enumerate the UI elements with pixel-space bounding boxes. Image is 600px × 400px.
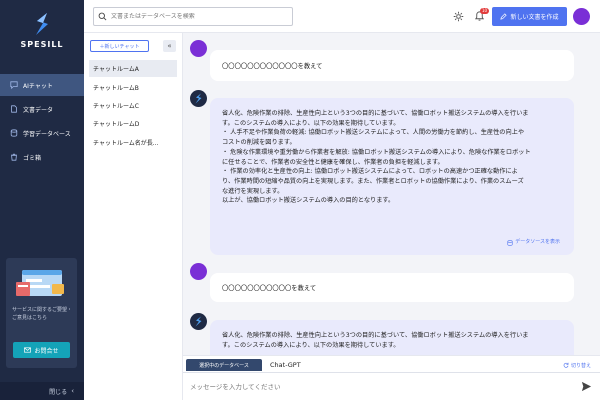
trash-icon bbox=[11, 153, 17, 161]
new-document-label: 新しい文書を作成 bbox=[510, 14, 559, 21]
gear-icon[interactable] bbox=[453, 11, 464, 22]
search-icon bbox=[98, 12, 107, 21]
message-line: ・ 人手不足や作業負荷の軽減: 協働ロボット搬送システムによって、人間の労働力を… bbox=[222, 129, 525, 137]
edit-icon bbox=[500, 13, 508, 20]
feedback-card: サービスに関するご要望・ご意見はこちら お問合せ bbox=[6, 258, 77, 368]
user-message: 〇〇〇〇〇〇〇〇〇〇〇を教えて bbox=[210, 273, 574, 302]
app-name: SPESILL bbox=[20, 40, 64, 49]
contact-button[interactable]: お問合せ bbox=[13, 342, 70, 358]
sidebar-item-label: ゴミ箱 bbox=[23, 154, 42, 162]
logo[interactable]: SPESILL bbox=[0, 12, 84, 49]
message-line: な進行を実現します。 bbox=[222, 187, 284, 195]
message-line: 省人化、危険作業の排除、生産性向上という3つの目的に基づいて、協働ロボット搬送シ… bbox=[222, 332, 529, 339]
switch-database-label: 切り替え bbox=[570, 362, 591, 369]
message-input[interactable] bbox=[190, 380, 560, 394]
message-line: す。このシステムの導入により、以下の効果を期待しています。 bbox=[222, 341, 400, 349]
mail-icon bbox=[24, 347, 32, 353]
sidebar-item-label: AIチャット bbox=[23, 82, 53, 90]
selected-database-label: 選択中のデータベース bbox=[186, 359, 262, 371]
notification-badge: 10 bbox=[480, 8, 490, 14]
message-line: ・ 作業の効率化と生産性の向上: 協働ロボット搬送システムによって、ロボットの高… bbox=[222, 168, 518, 176]
search-box[interactable] bbox=[93, 7, 293, 26]
feedback-text: サービスに関するご要望・ご意見はこちら bbox=[12, 307, 73, 321]
contact-button-label: お問合せ bbox=[34, 347, 59, 355]
chat-room-item[interactable]: チャットルームA bbox=[89, 60, 177, 77]
assistant-message: 省人化、危険作業の排除、生産性向上という3つの目的に基づいて、協働ロボット搬送シ… bbox=[210, 98, 574, 255]
message-line: 以上が、協働ロボット搬送システムの導入の目的となります。 bbox=[222, 197, 395, 205]
message-line: り、作業時間の短縮や品質の向上を実現します。また、作業者とロボットの協働作業によ… bbox=[222, 177, 524, 185]
document-icon bbox=[11, 105, 17, 113]
assistant-avatar bbox=[190, 313, 207, 330]
conversation-area: 〇〇〇〇〇〇〇〇〇〇〇〇を教えて 省人化、危険作業の排除、生産性向上という3つの… bbox=[183, 33, 600, 355]
sidebar-collapse-button[interactable]: 閉じる ‹ bbox=[0, 382, 84, 400]
new-chat-button[interactable]: ＋新しいチャット bbox=[90, 40, 149, 52]
header: 10 新しい文書を作成 bbox=[84, 0, 600, 33]
chat-room-item[interactable]: チャットルームB bbox=[89, 79, 177, 96]
selected-database-value: Chat-GPT bbox=[270, 361, 301, 369]
collapse-label: 閉じる bbox=[49, 388, 68, 396]
chat-room-item[interactable]: チャットルームD bbox=[89, 115, 177, 132]
message-line: す。このシステムの導入により、以下の効果を期待しています。 bbox=[222, 119, 400, 127]
bolt-icon bbox=[195, 93, 202, 104]
user-avatar-small bbox=[190, 263, 207, 280]
message-line: 省人化、危険作業の排除、生産性向上という3つの目的に基づいて、協働ロボット搬送シ… bbox=[222, 110, 529, 117]
search-input[interactable] bbox=[111, 13, 291, 20]
new-document-button[interactable]: 新しい文書を作成 bbox=[492, 7, 567, 26]
message-input-bar bbox=[183, 372, 600, 400]
bolt-icon bbox=[195, 316, 202, 327]
sidebar: SPESILL AIチャット 文書データ 学習データベース ゴミ箱 サービスに関… bbox=[0, 0, 84, 400]
user-avatar-small bbox=[190, 40, 207, 57]
sidebar-item-database[interactable]: 学習データベース bbox=[0, 122, 84, 144]
sidebar-item-ai-chat[interactable]: AIチャット bbox=[0, 74, 84, 96]
chat-room-list: ＋新しいチャット « チャットルームA チャットルームB チャットルームC チャ… bbox=[84, 33, 183, 400]
user-avatar[interactable] bbox=[573, 8, 590, 25]
sidebar-item-label: 学習データベース bbox=[23, 130, 71, 138]
database-icon bbox=[10, 129, 18, 137]
message-line: に任せることで、作業者の安全性と健康を確保し、作業者の負担を軽減します。 bbox=[222, 158, 444, 166]
feedback-illustration-icon bbox=[16, 270, 64, 296]
sidebar-item-trash[interactable]: ゴミ箱 bbox=[0, 146, 84, 168]
sidebar-nav: AIチャット 文書データ 学習データベース ゴミ箱 bbox=[0, 74, 84, 170]
sidebar-item-documents[interactable]: 文書データ bbox=[0, 98, 84, 120]
show-data-source-label: データソースを表示 bbox=[515, 239, 560, 246]
logo-icon bbox=[36, 13, 48, 35]
assistant-avatar bbox=[190, 90, 207, 107]
chat-room-item[interactable]: チャットルームC bbox=[89, 97, 177, 114]
chat-icon bbox=[10, 81, 18, 89]
switch-database-button[interactable]: 切り替え bbox=[563, 359, 591, 371]
collapse-chatlist-button[interactable]: « bbox=[163, 40, 176, 52]
user-message: 〇〇〇〇〇〇〇〇〇〇〇〇を教えて bbox=[210, 50, 574, 81]
collapse-left-icon: ‹ bbox=[71, 387, 74, 395]
database-icon bbox=[507, 240, 513, 246]
message-line: ・ 危険な作業環境や重労働から作業者を解放: 協働ロボット搬送システムの導入によ… bbox=[222, 148, 531, 156]
chat-room-item[interactable]: チャットルーム名が長... bbox=[89, 134, 177, 151]
message-line: コストの削減を図ります。 bbox=[222, 139, 296, 147]
sidebar-item-label: 文書データ bbox=[23, 106, 54, 114]
refresh-icon bbox=[563, 362, 569, 368]
send-icon[interactable] bbox=[581, 381, 592, 392]
show-data-source-link[interactable]: データソースを表示 bbox=[507, 238, 560, 248]
assistant-message: 省人化、危険作業の排除、生産性向上という3つの目的に基づいて、協働ロボット搬送シ… bbox=[210, 320, 574, 355]
double-chevron-left-icon: « bbox=[167, 42, 172, 50]
database-bar: 選択中のデータベース Chat-GPT 切り替え bbox=[183, 355, 600, 372]
